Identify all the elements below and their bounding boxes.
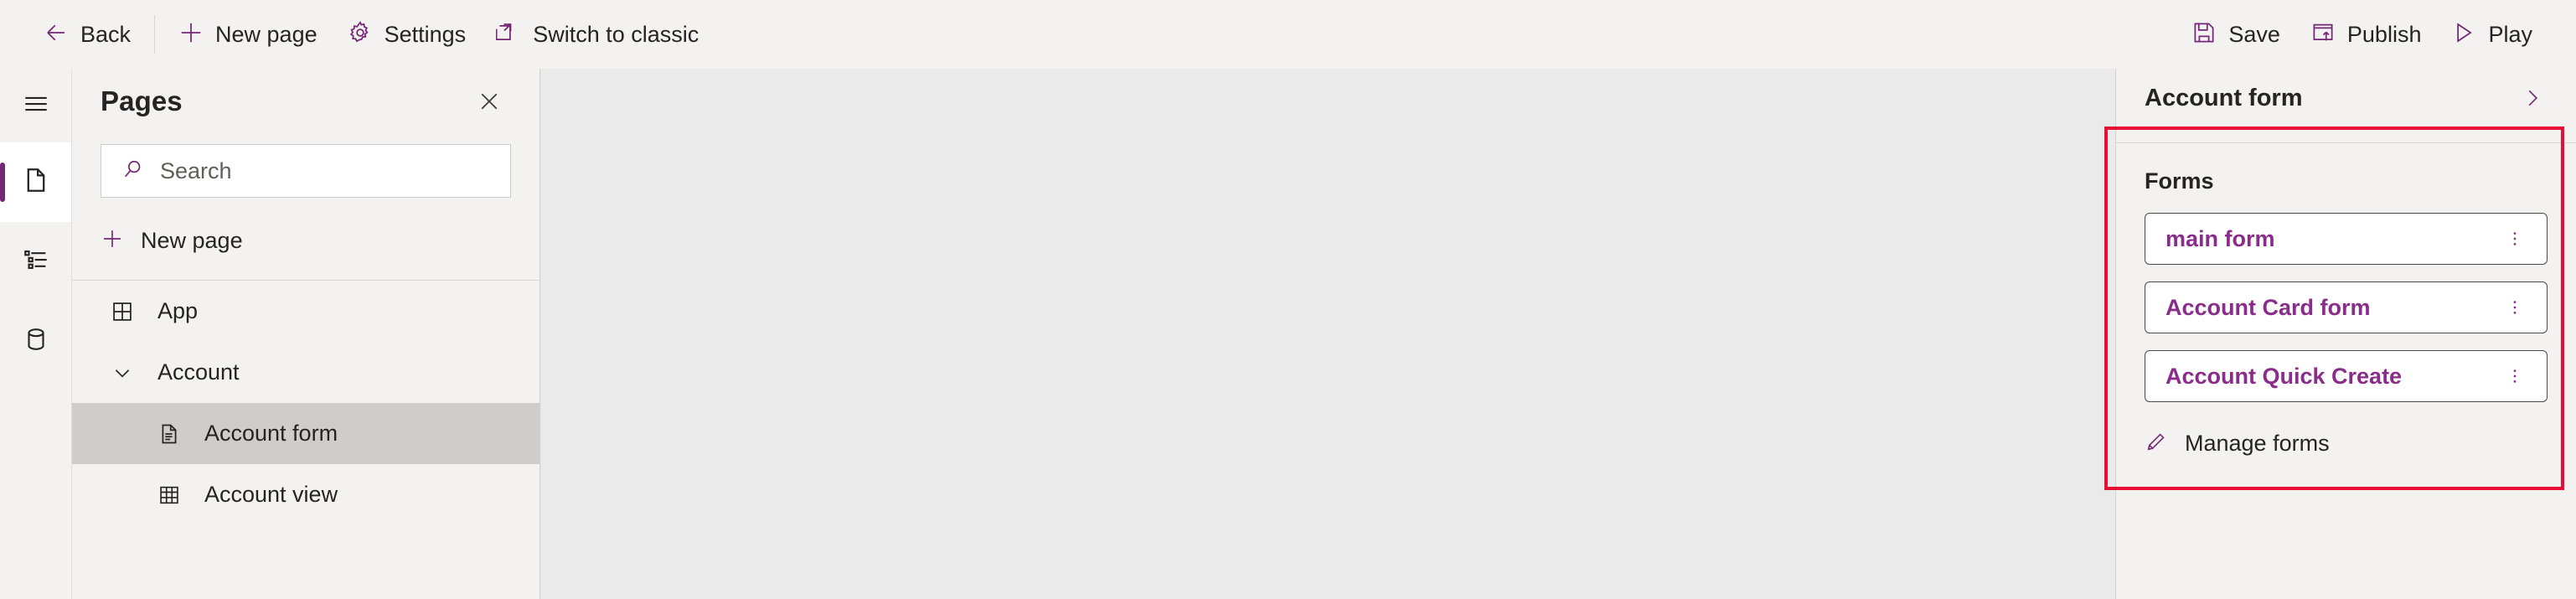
back-button[interactable]: Back <box>28 10 146 59</box>
properties-panel: Account form Forms main form Account Car… <box>2115 69 2576 599</box>
tree-row-account-form[interactable]: Account form <box>72 403 539 464</box>
switch-to-classic-button[interactable]: Switch to classic <box>481 10 714 59</box>
settings-button[interactable]: Settings <box>333 10 482 59</box>
form-document-icon <box>147 422 191 446</box>
plus-icon <box>178 20 204 49</box>
play-icon <box>2451 20 2476 49</box>
new-page-button[interactable]: New page <box>163 10 333 59</box>
more-vertical-icon[interactable] <box>2496 219 2533 259</box>
more-vertical-icon[interactable] <box>2496 287 2533 328</box>
page-icon <box>22 166 50 199</box>
tree-row-account-form-label: Account form <box>204 421 338 446</box>
new-page-row-button[interactable]: New page <box>72 214 539 266</box>
form-card-account-card-form[interactable]: Account Card form <box>2145 281 2548 333</box>
properties-panel-title: Account form <box>2145 84 2303 111</box>
app-grid-icon <box>101 300 144 323</box>
design-canvas[interactable] <box>540 69 2116 599</box>
chevron-right-icon[interactable] <box>2512 78 2553 118</box>
pages-panel: Pages New page <box>72 69 540 599</box>
properties-panel-header: Account form <box>2116 69 2576 127</box>
publish-label: Publish <box>2346 21 2422 47</box>
forms-section-title: Forms <box>2145 168 2214 194</box>
tree-row-account-label: Account <box>157 359 240 385</box>
play-button[interactable]: Play <box>2436 10 2548 59</box>
form-card-label: Account Card form <box>2166 294 2371 320</box>
close-icon[interactable] <box>467 80 511 123</box>
toolbar-left-group: Back New page Settings Switch to classic <box>28 10 714 59</box>
open-in-new-icon <box>495 20 521 49</box>
pages-panel-header: Pages <box>72 69 539 134</box>
form-card-label: main form <box>2166 225 2275 251</box>
hamburger-icon <box>22 90 50 122</box>
search-icon <box>121 157 145 185</box>
form-card-main-form[interactable]: main form <box>2145 213 2548 265</box>
back-label: Back <box>80 21 132 47</box>
toolbar-separator <box>154 15 156 54</box>
search-input[interactable] <box>160 157 490 184</box>
properties-panel-body: Forms main form Account Card form Accoun… <box>2116 143 2576 467</box>
rail-item-data[interactable] <box>0 302 71 381</box>
new-page-label: New page <box>215 21 317 47</box>
form-card-account-quick-create[interactable]: Account Quick Create <box>2145 350 2548 402</box>
publish-icon <box>2310 20 2336 49</box>
tree-row-account-view[interactable]: Account view <box>72 464 539 525</box>
tree-row-account[interactable]: Account <box>72 342 539 403</box>
pages-tree: App Account Account form Account view <box>72 280 539 525</box>
more-vertical-icon[interactable] <box>2496 356 2533 396</box>
pencil-icon <box>2145 430 2168 457</box>
top-command-bar: Back New page Settings Switch to classic… <box>0 0 2576 69</box>
settings-label: Settings <box>384 21 467 47</box>
publish-button[interactable]: Publish <box>2295 10 2437 59</box>
save-button[interactable]: Save <box>2176 10 2295 59</box>
new-page-row-label: New page <box>141 227 243 253</box>
list-icon <box>22 245 50 278</box>
rail-item-navigation[interactable] <box>0 222 71 302</box>
search-box[interactable] <box>101 144 511 198</box>
database-icon <box>22 325 50 358</box>
chevron-down-icon[interactable] <box>101 362 144 384</box>
arrow-left-icon <box>44 20 69 49</box>
form-card-label: Account Quick Create <box>2166 363 2403 389</box>
plus-icon <box>101 227 124 255</box>
page-title: Pages <box>101 85 183 116</box>
toolbar-right-group: Save Publish Play <box>2176 10 2548 59</box>
manage-forms-label: Manage forms <box>2185 430 2330 456</box>
switch-to-classic-label: Switch to classic <box>533 21 699 47</box>
left-rail <box>0 69 72 599</box>
manage-forms-button[interactable]: Manage forms <box>2145 419 2548 467</box>
save-icon <box>2191 20 2217 49</box>
tree-row-account-view-label: Account view <box>204 482 338 507</box>
tree-row-app[interactable]: App <box>72 281 539 342</box>
save-label: Save <box>2228 21 2280 47</box>
play-label: Play <box>2488 21 2532 47</box>
table-grid-icon <box>147 483 191 507</box>
gear-icon <box>348 20 373 49</box>
rail-item-pages[interactable] <box>0 142 71 222</box>
tree-row-app-label: App <box>157 298 199 323</box>
rail-item-menu[interactable] <box>0 69 71 142</box>
